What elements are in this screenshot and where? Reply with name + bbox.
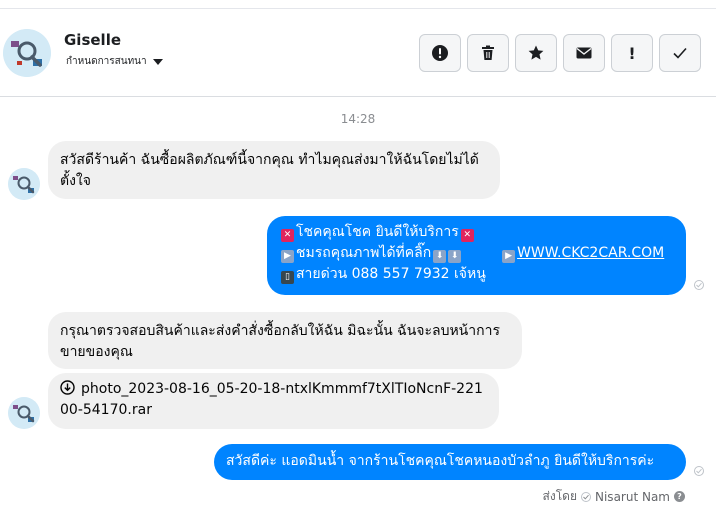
- file-attachment-message[interactable]: photo_2023-08-16_05-20-18-ntxlKmmmf7tXlT…: [48, 373, 499, 429]
- help-icon[interactable]: ?: [674, 491, 685, 502]
- sender-name[interactable]: Nisarut Nam: [595, 490, 670, 504]
- trash-icon: [482, 45, 494, 60]
- down-arrow-emoji-icon: ⬇: [433, 250, 447, 263]
- contact-avatar[interactable]: [3, 29, 51, 77]
- report-button[interactable]: [419, 34, 461, 72]
- caret-down-icon: [152, 58, 163, 65]
- message-line: ▶ ชมรถคุณภาพได้ที่คลิ๊ก ⬇ ⬇ ▶ WWW.CKC2CAR.CO…: [281, 243, 672, 264]
- exclamation-icon: !: [628, 43, 636, 63]
- outgoing-message[interactable]: สวัสดีค่ะ แอดมินน้ำ จากร้านโชคคุณโชคหนอง…: [214, 444, 686, 480]
- delivered-check-icon: [694, 466, 704, 476]
- star-icon: [528, 45, 544, 60]
- contact-name[interactable]: Giselle: [64, 31, 121, 49]
- message-timestamp: 14:28: [340, 112, 376, 126]
- envelope-icon: [576, 47, 592, 59]
- mobile-phone-emoji-icon: ▯: [281, 271, 294, 284]
- sent-by-label: ส่งโดย: [542, 489, 577, 503]
- contact-avatar-small[interactable]: [8, 397, 40, 429]
- message-line: ▯ สายด่วน 088 557 7932 เจ้หนู: [281, 264, 672, 285]
- checkmark-icon: [673, 47, 687, 59]
- header-actions: !: [419, 34, 701, 72]
- star-button[interactable]: [515, 34, 557, 72]
- message-link[interactable]: WWW.CKC2CAR.COM: [517, 245, 664, 261]
- conversation-header: Giselle กำหนดการสนทนา !: [0, 9, 716, 97]
- attachment-file-name: photo_2023-08-16_05-20-18-ntxlKmmmf7tXlT…: [60, 381, 483, 418]
- incoming-message[interactable]: สวัสดีร้านค้า ฉันซื้อผลิตภัณฑ์นี้จากคุณ …: [48, 141, 500, 199]
- play-button-emoji-icon: ▶: [502, 250, 516, 263]
- sent-by-info: ส่งโดย Nisarut Nam ?: [543, 487, 685, 506]
- incoming-message[interactable]: กรุณาตรวจสอบสินค้าและส่งคำสั่งซื้อกลับให…: [48, 312, 522, 369]
- red-cross-emoji-icon: ✕: [460, 229, 474, 242]
- download-circle-icon[interactable]: [60, 380, 75, 395]
- contact-avatar-small[interactable]: [8, 168, 40, 200]
- exclamation-circle-icon: [432, 45, 448, 61]
- conversation-settings-dropdown[interactable]: กำหนดการสนทนา: [66, 54, 163, 69]
- message-line: ✕ โชคคุณโชค ยินดีให้บริการ ✕: [281, 222, 672, 243]
- delete-button[interactable]: [467, 34, 509, 72]
- delivered-check-icon: [694, 280, 704, 290]
- mark-unread-button[interactable]: [563, 34, 605, 72]
- sent-check-icon: [581, 491, 591, 502]
- down-arrow-emoji-icon: ⬇: [448, 250, 462, 263]
- play-button-emoji-icon: ▶: [281, 250, 294, 263]
- red-cross-emoji-icon: ✕: [281, 229, 294, 242]
- outgoing-message[interactable]: ✕ โชคคุณโชค ยินดีให้บริการ ✕ ▶ ชมรถคุณภาพได…: [267, 216, 686, 295]
- mark-done-button[interactable]: [659, 34, 701, 72]
- conversation-settings-label: กำหนดการสนทนา: [66, 56, 147, 67]
- flag-button[interactable]: !: [611, 34, 653, 72]
